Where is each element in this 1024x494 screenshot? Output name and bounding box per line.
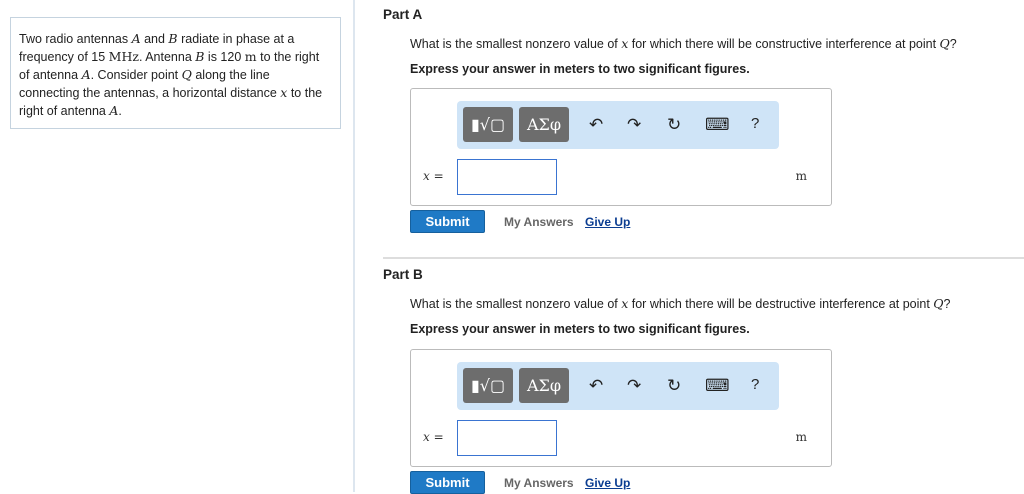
text: ? bbox=[943, 297, 951, 311]
answer-input[interactable] bbox=[457, 159, 557, 195]
keyboard-icon[interactable]: ⌨ bbox=[705, 376, 730, 396]
reset-icon[interactable]: ↻ bbox=[667, 376, 681, 396]
my-answers-link[interactable]: My Answers bbox=[504, 476, 574, 490]
var-q: Q bbox=[939, 36, 950, 51]
unit-mhz: MHz bbox=[108, 49, 139, 64]
var-q: Q bbox=[933, 296, 944, 311]
answer-box: ▮√▢ ΑΣφ ↶ ↷ ↻ ⌨ ? x = m bbox=[410, 349, 832, 467]
math-toolbar: ▮√▢ ΑΣφ ↶ ↷ ↻ ⌨ ? bbox=[457, 362, 779, 410]
answer-input[interactable] bbox=[457, 420, 557, 456]
problem-sidebar: Two radio antennas A and B radiate in ph… bbox=[0, 0, 355, 492]
text: is 120 bbox=[204, 50, 245, 64]
redo-icon[interactable]: ↷ bbox=[627, 376, 641, 396]
help-icon[interactable]: ? bbox=[751, 376, 759, 393]
answer-box: ▮√▢ ΑΣφ ↶ ↷ ↻ ⌨ ? x = m bbox=[410, 88, 832, 206]
question: What is the smallest nonzero value of x … bbox=[410, 36, 957, 51]
var-a: A bbox=[131, 31, 141, 46]
text: for which there will be constructive int… bbox=[628, 37, 940, 51]
undo-icon[interactable]: ↶ bbox=[589, 376, 603, 396]
var-q: Q bbox=[181, 67, 192, 82]
submit-button[interactable]: Submit bbox=[410, 210, 485, 233]
variable-label: x = bbox=[423, 430, 444, 444]
part-b: Part B What is the smallest nonzero valu… bbox=[383, 267, 1024, 494]
give-up-link[interactable]: Give Up bbox=[585, 476, 630, 490]
symbols-label: ΑΣφ bbox=[526, 376, 562, 395]
text: What is the smallest nonzero value of bbox=[410, 297, 622, 311]
symbols-label: ΑΣφ bbox=[526, 115, 562, 134]
math-toolbar: ▮√▢ ΑΣφ ↶ ↷ ↻ ⌨ ? bbox=[457, 101, 779, 149]
var-b: B bbox=[168, 31, 178, 46]
text: Two radio antennas bbox=[19, 32, 132, 46]
symbols-button[interactable]: ΑΣφ bbox=[519, 107, 569, 142]
redo-icon[interactable]: ↷ bbox=[627, 115, 641, 135]
keyboard-icon[interactable]: ⌨ bbox=[705, 115, 730, 135]
unit-label: m bbox=[795, 430, 807, 444]
problem-statement: Two radio antennas A and B radiate in ph… bbox=[10, 17, 341, 129]
undo-icon[interactable]: ↶ bbox=[589, 115, 603, 135]
divider bbox=[383, 257, 1024, 259]
var-a: A bbox=[81, 67, 91, 82]
submit-button[interactable]: Submit bbox=[410, 471, 485, 494]
text: . Consider point bbox=[90, 68, 182, 82]
instructions: Express your answer in meters to two sig… bbox=[410, 322, 750, 336]
part-title: Part B bbox=[383, 267, 423, 282]
text: What is the smallest nonzero value of bbox=[410, 37, 622, 51]
instructions: Express your answer in meters to two sig… bbox=[410, 62, 750, 76]
templates-button[interactable]: ▮√▢ bbox=[463, 368, 513, 403]
my-answers-link[interactable]: My Answers bbox=[504, 215, 574, 229]
help-icon[interactable]: ? bbox=[751, 115, 759, 132]
templates-icon: ▮√▢ bbox=[470, 376, 506, 395]
text: for which there will be destructive inte… bbox=[628, 297, 934, 311]
text: ? bbox=[949, 37, 957, 51]
symbols-button[interactable]: ΑΣφ bbox=[519, 368, 569, 403]
part-title: Part A bbox=[383, 7, 423, 22]
part-a: Part A What is the smallest nonzero valu… bbox=[383, 7, 1024, 233]
text: and bbox=[140, 32, 169, 46]
templates-icon: ▮√▢ bbox=[470, 115, 506, 134]
templates-button[interactable]: ▮√▢ bbox=[463, 107, 513, 142]
unit-m: m bbox=[244, 49, 257, 64]
reset-icon[interactable]: ↻ bbox=[667, 115, 681, 135]
text: . Antenna bbox=[138, 50, 196, 64]
question: What is the smallest nonzero value of x … bbox=[410, 296, 951, 311]
unit-label: m bbox=[795, 169, 807, 183]
variable-label: x = bbox=[423, 169, 444, 183]
give-up-link[interactable]: Give Up bbox=[585, 215, 630, 229]
text: . bbox=[118, 104, 122, 118]
